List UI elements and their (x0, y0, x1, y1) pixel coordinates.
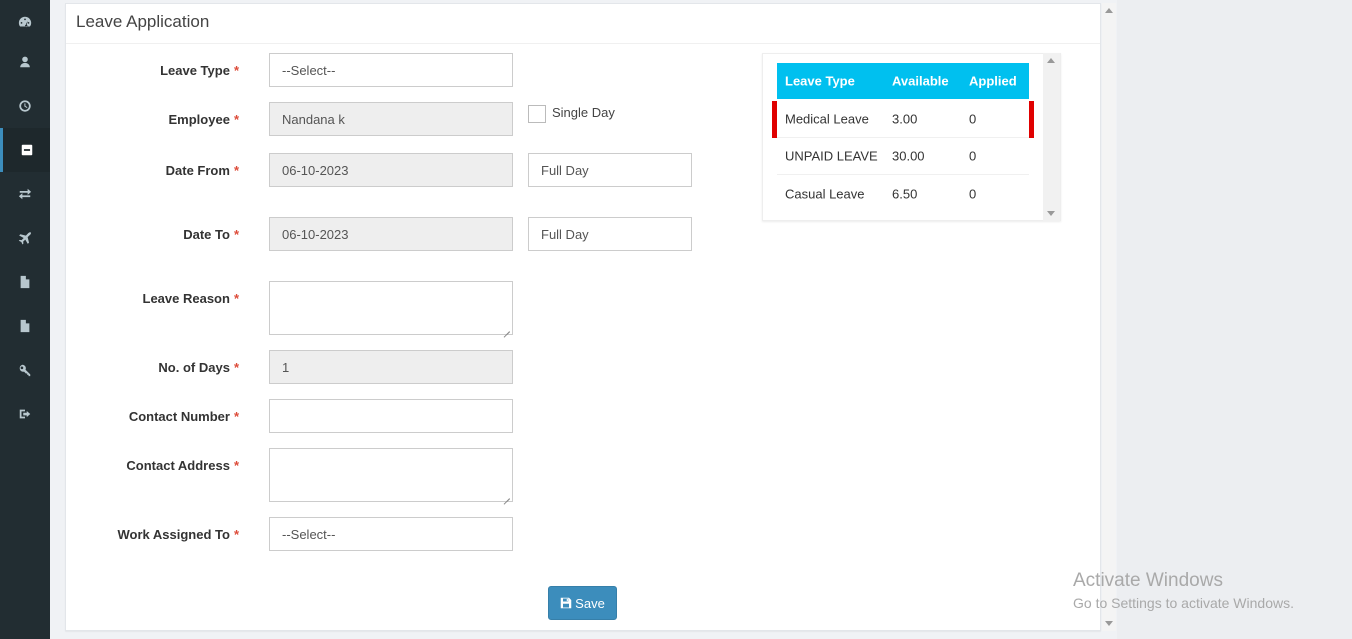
user-icon (20, 56, 30, 68)
column-header-applied: Applied (969, 73, 1017, 89)
cell-applied: 0 (969, 186, 977, 201)
date-to-day-type-select[interactable]: Full Day (528, 217, 692, 251)
document-icon (20, 319, 30, 333)
cell-available: 6.50 (892, 186, 918, 201)
document-icon (20, 275, 30, 289)
sidebar-item-user[interactable] (0, 40, 50, 84)
sidebar-item-travel[interactable] (0, 216, 50, 260)
activate-windows-subtitle: Go to Settings to activate Windows. (1073, 595, 1294, 611)
work-assigned-to-select[interactable]: --Select-- (269, 517, 513, 551)
page-scrollbar[interactable] (1102, 3, 1116, 631)
sidebar-item-dashboard[interactable] (0, 0, 50, 44)
sign-out-icon (19, 409, 31, 419)
sidebar-item-attendance[interactable] (0, 84, 50, 128)
no-of-days-field: 1 (269, 350, 513, 384)
cell-leave-type: UNPAID LEAVE (785, 148, 878, 164)
floppy-disk-icon (560, 597, 572, 609)
cell-leave-type: Casual Leave (785, 186, 865, 201)
date-from-field[interactable]: 06-10-2023 (269, 153, 513, 187)
plane-icon (18, 232, 31, 245)
sidebar-item-documents[interactable] (0, 260, 50, 304)
single-day-checkbox[interactable] (528, 105, 546, 123)
date-from-day-type-select[interactable]: Full Day (528, 153, 692, 187)
no-of-days-label: No. of Days * (158, 360, 239, 375)
table-row[interactable]: UNPAID LEAVE 30.00 0 (777, 138, 1029, 175)
work-assigned-to-label: Work Assigned To * (117, 527, 240, 542)
cell-applied: 0 (969, 111, 977, 127)
cell-available: 3.00 (892, 111, 918, 127)
leave-type-label: Leave Type * (160, 63, 239, 78)
leave-reason-label: Leave Reason * (142, 291, 240, 306)
minus-square-icon (21, 144, 32, 156)
dashboard-icon (18, 16, 32, 28)
scroll-down-icon[interactable] (1047, 211, 1055, 216)
row-highlight-marker-right (1029, 101, 1034, 138)
column-header-leave-type: Leave Type (785, 73, 855, 89)
leave-reason-textarea[interactable] (269, 281, 513, 335)
leave-type-select[interactable]: --Select-- (269, 53, 513, 87)
employee-field: Nandana k (269, 102, 513, 136)
sidebar-item-transfer[interactable] (0, 172, 50, 216)
sidebar-item-reports[interactable] (0, 304, 50, 348)
balance-scrollbar[interactable] (1043, 53, 1060, 221)
resize-handle-icon[interactable] (502, 324, 510, 332)
contact-number-label: Contact Number * (128, 409, 239, 424)
scroll-up-icon[interactable] (1105, 8, 1113, 13)
scroll-up-icon[interactable] (1047, 58, 1055, 63)
background-area (1117, 0, 1352, 639)
activate-windows-title: Activate Windows (1073, 570, 1223, 591)
employee-label: Employee * (168, 112, 239, 127)
contact-address-textarea[interactable] (269, 448, 513, 502)
sidebar-item-logout[interactable] (0, 392, 50, 436)
scroll-down-icon[interactable] (1105, 621, 1113, 626)
table-row[interactable]: Medical Leave 3.00 0 (777, 101, 1029, 138)
page-title: Leave Application (66, 4, 1100, 44)
key-icon (19, 364, 31, 377)
clock-icon (19, 100, 31, 112)
column-header-available: Available (892, 73, 949, 89)
cell-available: 30.00 (892, 148, 925, 164)
sidebar-item-leave[interactable] (0, 128, 50, 172)
resize-handle-icon[interactable] (502, 491, 510, 499)
date-from-label: Date From * (165, 163, 239, 178)
save-button[interactable]: Save (548, 586, 617, 620)
contact-number-input[interactable] (269, 399, 513, 433)
date-to-field[interactable]: 06-10-2023 (269, 217, 513, 251)
cell-leave-type: Medical Leave (785, 111, 869, 127)
exchange-icon (18, 188, 32, 200)
date-to-label: Date To * (183, 227, 239, 242)
single-day-label[interactable]: Single Day (552, 105, 615, 120)
sidebar (0, 0, 50, 639)
table-row[interactable]: Casual Leave 6.50 0 (777, 175, 1029, 212)
contact-address-label: Contact Address * (126, 458, 239, 473)
sidebar-item-password[interactable] (0, 348, 50, 392)
balance-table-header: Leave Type Available Applied (777, 63, 1029, 99)
cell-applied: 0 (969, 148, 977, 164)
